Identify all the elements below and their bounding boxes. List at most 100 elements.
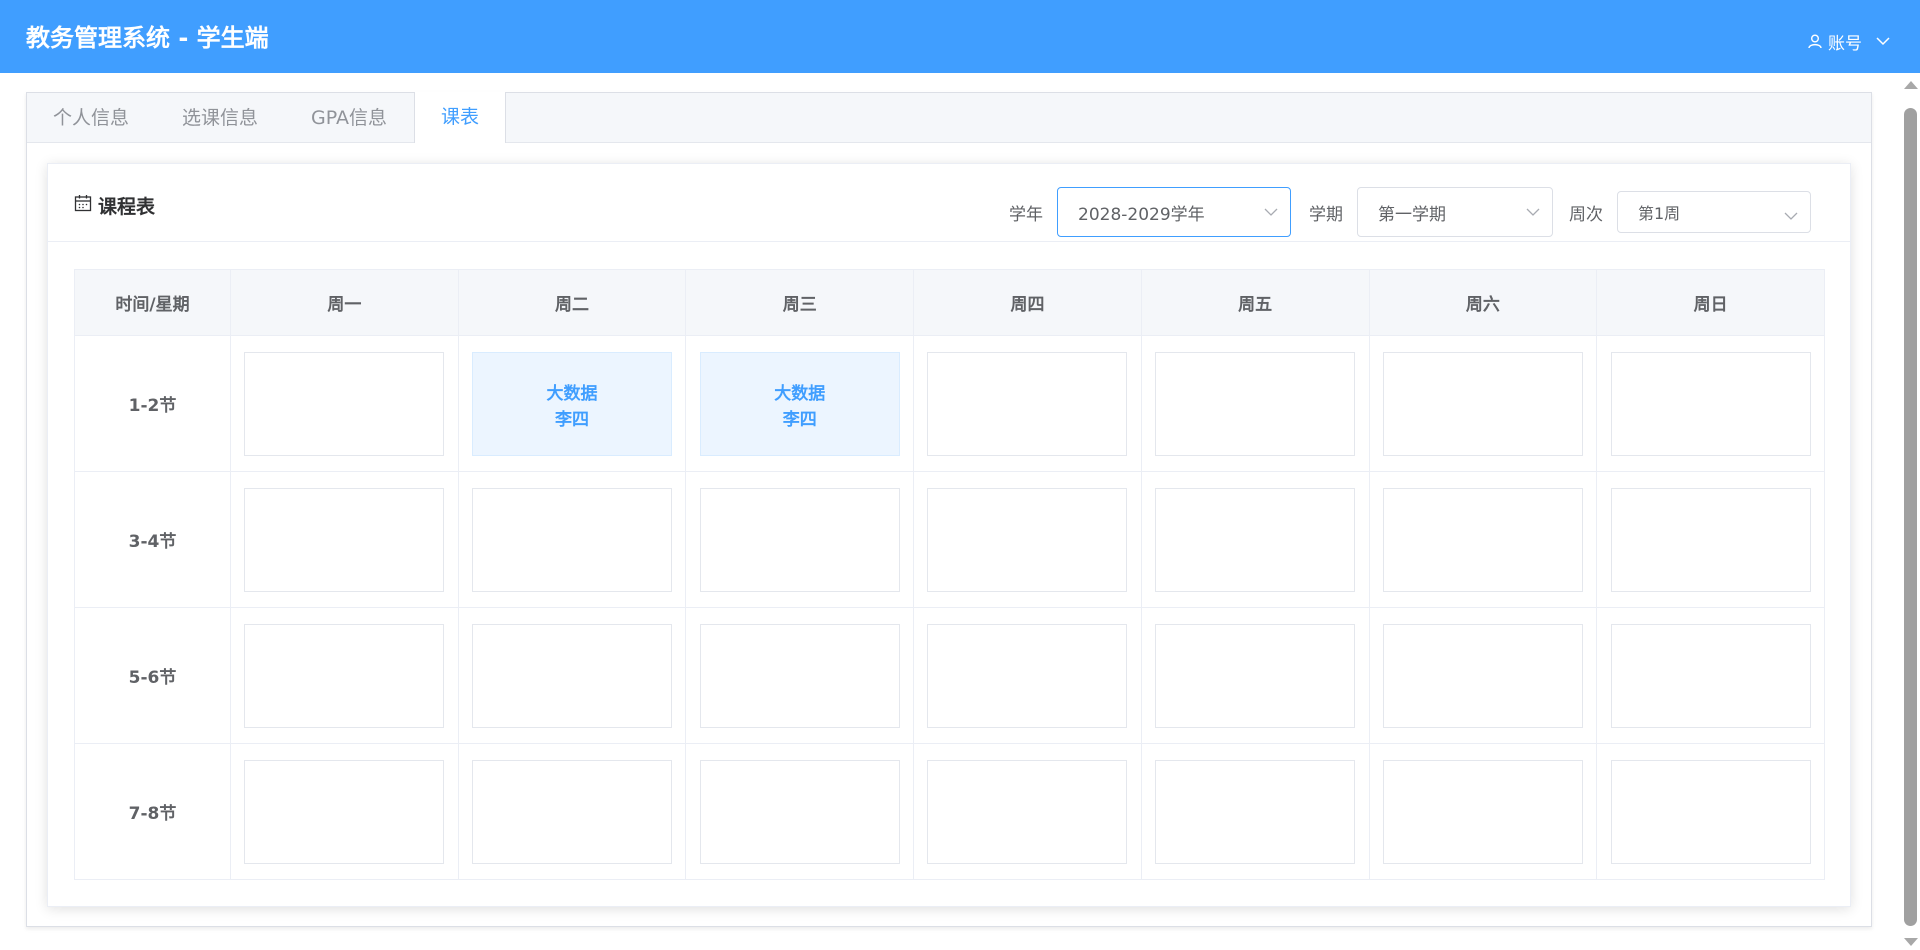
timetable-cell: [913, 607, 1142, 744]
empty-slot[interactable]: [472, 759, 673, 864]
day-header-wed: 周三: [685, 269, 915, 336]
empty-slot[interactable]: [244, 759, 445, 864]
day-header-thu: 周四: [913, 269, 1142, 336]
empty-slot[interactable]: [1155, 759, 1356, 864]
timetable: 时间/星期 周一 周二 周三 周四 周五 周六 周日 1-2节 大数据 李四 大数据李…: [74, 269, 1825, 880]
tab-personal-info[interactable]: 个人信息: [27, 93, 156, 143]
empty-slot[interactable]: [472, 487, 673, 592]
timetable-cell: [1596, 471, 1825, 608]
course-name: 大数据: [546, 383, 598, 404]
empty-slot[interactable]: [1382, 623, 1583, 728]
filters: 学年 2028-2029学年 学期 第一学期 周次 第1周: [1009, 187, 1811, 237]
empty-slot[interactable]: [927, 487, 1128, 592]
timetable-cell: [1140, 743, 1370, 880]
timetable-cell: [457, 743, 687, 880]
account-label: 账号: [1828, 34, 1862, 54]
timetable-cell: [230, 607, 459, 744]
period-label: 1-2节: [74, 335, 231, 472]
card-title-text: 课程表: [98, 196, 156, 218]
empty-slot[interactable]: [699, 623, 900, 728]
timetable-cell: [913, 743, 1142, 880]
calendar-icon: [74, 194, 92, 217]
timetable-cell: [685, 607, 915, 744]
timetable-cell: [913, 335, 1142, 472]
tab-timetable[interactable]: 课表: [414, 92, 507, 143]
year-select-value: 2028-2029学年: [1078, 204, 1205, 225]
timetable-cell: [685, 743, 915, 880]
scrollbar-thumb[interactable]: [1904, 108, 1917, 926]
period-label: 7-8节: [74, 743, 231, 880]
empty-slot[interactable]: [244, 351, 445, 456]
tab-course-selection[interactable]: 选课信息: [156, 93, 285, 143]
scroll-down-arrow-icon[interactable]: [1904, 938, 1918, 946]
course-slot[interactable]: 大数据 李四: [699, 351, 900, 456]
week-select-value: 第1周: [1638, 204, 1681, 223]
day-header-mon: 周一: [230, 269, 459, 336]
year-label: 学年: [1009, 204, 1043, 225]
page-scrollbar[interactable]: [1900, 73, 1920, 950]
timetable-cell: 大数据 李四: [457, 335, 687, 472]
empty-slot[interactable]: [1610, 623, 1811, 728]
chevron-down-icon: [1264, 202, 1278, 222]
account-menu[interactable]: 账号: [1808, 29, 1890, 54]
timetable-cell: [685, 471, 915, 608]
timetable-row: 7-8节: [74, 743, 1825, 880]
empty-slot[interactable]: [927, 759, 1128, 864]
card-title: 课程表: [74, 192, 155, 219]
chevron-down-icon: [1526, 202, 1540, 222]
chevron-down-icon: [1876, 37, 1890, 46]
timetable-header-row: 时间/星期 周一 周二 周三 周四 周五 周六 周日: [74, 269, 1825, 336]
timetable-row: 3-4节: [74, 471, 1825, 608]
tab-bar: 个人信息 选课信息 GPA信息 课表: [27, 92, 1871, 143]
empty-slot[interactable]: [1155, 487, 1356, 592]
tab-gpa-info[interactable]: GPA信息: [285, 93, 414, 143]
timetable-cell: [1596, 607, 1825, 744]
empty-slot[interactable]: [244, 487, 445, 592]
course-teacher: 李四: [555, 409, 590, 430]
week-select[interactable]: 第1周: [1617, 191, 1811, 233]
empty-slot[interactable]: [1382, 759, 1583, 864]
empty-slot[interactable]: [1382, 351, 1583, 456]
timetable-cell: [457, 471, 687, 608]
empty-slot[interactable]: [1610, 759, 1811, 864]
timetable-cell: 大数据 李四: [685, 335, 915, 472]
day-header-sun: 周日: [1596, 269, 1825, 336]
timetable-cell: [1140, 471, 1370, 608]
empty-slot[interactable]: [244, 623, 445, 728]
empty-slot[interactable]: [699, 487, 900, 592]
empty-slot[interactable]: [927, 351, 1128, 456]
timetable-cell: [1368, 335, 1598, 472]
year-select[interactable]: 2028-2029学年: [1057, 187, 1291, 237]
card-header: 课程表 学年 2028-2029学年 学期 第一学期 周次 第1周: [48, 164, 1850, 242]
course-name: 大数据: [774, 383, 826, 404]
timetable-card: 课程表 学年 2028-2029学年 学期 第一学期 周次 第1周 时间/星期 …: [47, 163, 1851, 907]
timetable-cell: [913, 471, 1142, 608]
corner-header: 时间/星期: [74, 269, 231, 336]
course-teacher: 李四: [782, 409, 817, 430]
scroll-up-arrow-icon[interactable]: [1904, 81, 1918, 89]
course-slot[interactable]: 大数据 李四: [472, 351, 673, 456]
timetable-body: 1-2节 大数据 李四 大数据 李四 3-4节 5-6节 7-8节: [74, 335, 1825, 880]
chevron-down-icon: [1784, 206, 1798, 225]
empty-slot[interactable]: [1155, 623, 1356, 728]
timetable-cell: [1368, 743, 1598, 880]
empty-slot[interactable]: [1155, 351, 1356, 456]
empty-slot[interactable]: [472, 623, 673, 728]
term-select-value: 第一学期: [1378, 204, 1446, 225]
timetable-cell: [1596, 335, 1825, 472]
timetable-cell: [1596, 743, 1825, 880]
user-icon: [1808, 34, 1822, 49]
timetable-row: 1-2节 大数据 李四 大数据 李四: [74, 335, 1825, 472]
empty-slot[interactable]: [927, 623, 1128, 728]
empty-slot[interactable]: [1382, 487, 1583, 592]
timetable-cell: [1368, 607, 1598, 744]
empty-slot[interactable]: [1610, 351, 1811, 456]
term-select[interactable]: 第一学期: [1357, 187, 1553, 237]
day-header-tue: 周二: [457, 269, 687, 336]
timetable-row: 5-6节: [74, 607, 1825, 744]
empty-slot[interactable]: [699, 759, 900, 864]
timetable-cell: [230, 743, 459, 880]
timetable-cell: [457, 607, 687, 744]
day-header-fri: 周五: [1140, 269, 1370, 336]
empty-slot[interactable]: [1610, 487, 1811, 592]
